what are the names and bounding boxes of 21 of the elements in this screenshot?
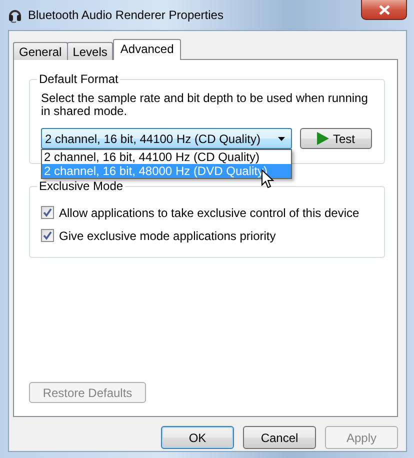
checkbox-label: Allow applications to take exclusive control of this device (59, 206, 360, 220)
play-icon (316, 132, 329, 145)
test-button[interactable]: Test (300, 128, 372, 149)
caret-icon (278, 136, 285, 140)
group-heading: Default Format (38, 72, 120, 86)
tab[interactable]: General (13, 42, 68, 60)
tab[interactable]: Levels (66, 42, 114, 60)
window-title: Bluetooth Audio Renderer Properties (28, 8, 224, 22)
close-icon (378, 4, 390, 14)
dropdown-option[interactable]: 2 channel, 16 bit, 44100 Hz (CD Quality) (42, 150, 291, 164)
close-button[interactable] (361, 0, 407, 20)
group-heading: Exclusive Mode (38, 179, 124, 193)
tab[interactable]: Advanced (113, 39, 181, 60)
dialog-button[interactable]: Cancel (243, 426, 316, 449)
checkbox-label: Give exclusive mode applications priority (59, 228, 276, 242)
description-text: Select the sample rate and bit depth to be used when running in shared mode. (41, 92, 369, 118)
checkbox[interactable] (41, 229, 54, 242)
checkbox[interactable] (41, 206, 54, 219)
headset-icon (8, 7, 22, 23)
dialog-button[interactable]: OK (161, 426, 234, 449)
format-dropdown[interactable]: 2 channel, 16 bit, 44100 Hz (CD Quality) (41, 128, 292, 149)
